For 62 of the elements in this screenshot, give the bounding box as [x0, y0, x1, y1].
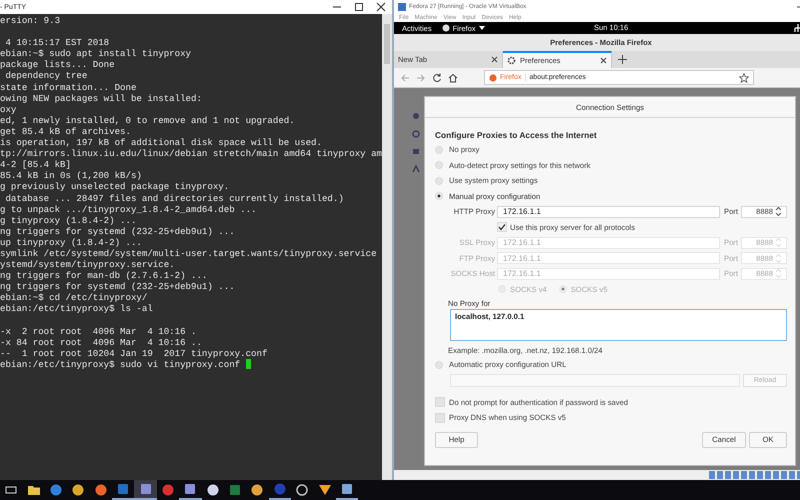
radio-button[interactable]	[435, 192, 443, 200]
proxy-field[interactable]: 172.16.1.1	[497, 206, 720, 218]
terminal-line: ebian:/etc/tinyproxy$ sudo vi tinyproxy.conf	[0, 358, 242, 370]
section-heading: Configure Proxies to Access the Internet	[435, 128, 598, 142]
terminal-line: up tinyproxy (1.8.4-2) ...	[0, 236, 142, 248]
terminal-line: is operation, 197 kB of additional disk space will be used.	[0, 137, 322, 148]
network-icon[interactable]	[794, 24, 800, 32]
terminal-line: database ... 28497 files and directories currently installed.)	[4, 192, 344, 204]
new-tab-icon[interactable]	[618, 55, 627, 64]
app-icon	[162, 484, 174, 496]
terminal-line: ng triggers for man-db (2.7.6.1-2) ...	[0, 270, 208, 282]
close-icon[interactable]	[376, 2, 386, 12]
terminal-line: -x 84 root root 4096 Mar 4 10:16 ..	[0, 336, 202, 348]
app-icon	[442, 24, 450, 32]
terminal-line: ebian:~$ cd /etc/tinyproxy/	[0, 292, 148, 304]
terminal-line: ng triggers for systemd (232-25+deb9u1) ...	[0, 281, 235, 292]
terminal-line: -x 2 root root 4096 Mar 4 10:16 .	[0, 326, 196, 337]
browser-logo-icon	[489, 74, 497, 82]
folder-icon	[28, 484, 40, 496]
radio-button[interactable]	[435, 161, 443, 170]
terminal-line: 4-2 [85.4 kB]	[0, 159, 71, 170]
checkbox[interactable]	[435, 397, 445, 408]
terminal-line: get 85.4 kB of archives.	[0, 126, 131, 138]
close-icon[interactable]	[491, 56, 498, 63]
terminal-line: oxy	[0, 104, 16, 115]
terminal-line: ng triggers for systemd (232-25+deb9u1) ...	[0, 226, 235, 237]
terminal-line: g previously unselected package tinyproxy.	[0, 181, 230, 192]
maximize-icon[interactable]	[354, 2, 364, 12]
terminal-line: ersion: 9.3	[0, 15, 60, 26]
terminal-line: 4 10:15:17 EST 2018	[4, 37, 110, 48]
checkbox[interactable]	[497, 222, 507, 232]
terminal-line: ystemd/system/tinyproxy.service.	[0, 259, 175, 270]
caret-icon	[478, 26, 485, 30]
terminal-line: g to unpack .../tinyproxy_1.8.4-2_amd64.deb ...	[0, 204, 256, 215]
terminal-line: owing NEW packages will be installed:	[0, 92, 202, 104]
app-icon	[296, 484, 308, 496]
terminal-line: ed, 1 newly installed, 0 to remove and 1 not upgraded.	[0, 114, 295, 126]
terminal-line: 85.4 kB in 0s (1,200 kB/s)	[0, 170, 142, 182]
radio-button[interactable]	[435, 146, 443, 154]
terminal-line: tp://mirrors.linux.iu.edu/linux/debian stretch/main amd64 tinyproxy am	[0, 148, 382, 160]
home-icon[interactable]	[448, 72, 458, 82]
terminal-line: ebian:/etc/tinyproxy$ ls -al	[0, 303, 153, 315]
terminal-line: dependency tree	[4, 70, 88, 82]
scrollbar[interactable]	[382, 14, 392, 480]
terminal-line: g tinyproxy (1.8.4-2) ...	[0, 214, 136, 226]
terminal-line: symlink /etc/systemd/system/multi-user.target.wants/tinyproxy.service	[0, 248, 377, 260]
terminal-line: package lists... Done	[0, 59, 115, 70]
terminal-line: -- 1 root root 10204 Jan 19 2017 tinyproxy.conf	[0, 348, 268, 359]
terminal-line: state information... Done	[0, 82, 136, 93]
gear-icon	[507, 56, 516, 65]
scrollbar-thumb[interactable]	[384, 24, 390, 64]
spinner-icon[interactable]	[776, 207, 781, 216]
close-icon[interactable]	[600, 57, 607, 64]
radio-button[interactable]	[435, 176, 443, 185]
checkbox[interactable]	[435, 412, 445, 423]
app-icon	[398, 2, 406, 10]
task-view-icon	[5, 484, 18, 496]
cone-icon	[318, 484, 331, 496]
reload-icon[interactable]	[432, 72, 442, 82]
star-icon[interactable]	[739, 72, 749, 82]
app-icon	[274, 483, 286, 495]
terminal-line: ebian:~$ sudo apt install tinyproxy	[0, 48, 191, 60]
